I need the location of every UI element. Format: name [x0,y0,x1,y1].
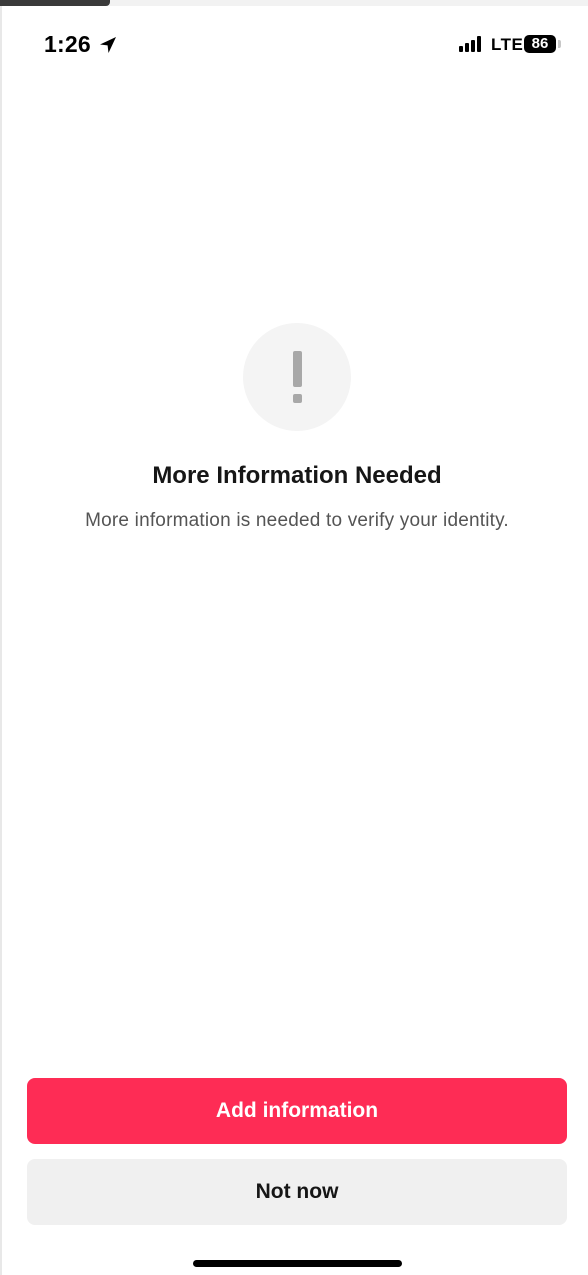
battery-nub [558,40,561,48]
screenshot-left-edge [0,0,2,1275]
add-information-button[interactable]: Add information [27,1078,567,1144]
battery-level: 86 [531,35,549,52]
page-message: More information is needed to verify you… [85,510,509,531]
battery-icon: 86 [524,35,556,53]
alert-icon-circle [243,323,351,431]
page-title: More Information Needed [152,462,442,489]
status-bar: 1:26 LTE 86 [0,26,588,66]
status-time: 1:26 [44,31,91,57]
location-arrow-icon [100,37,116,53]
signal-bars-icon [459,36,485,52]
home-indicator[interactable] [193,1260,402,1267]
network-type: LTE [491,35,524,54]
not-now-button[interactable]: Not now [27,1159,567,1225]
overlay-tag [0,0,110,6]
